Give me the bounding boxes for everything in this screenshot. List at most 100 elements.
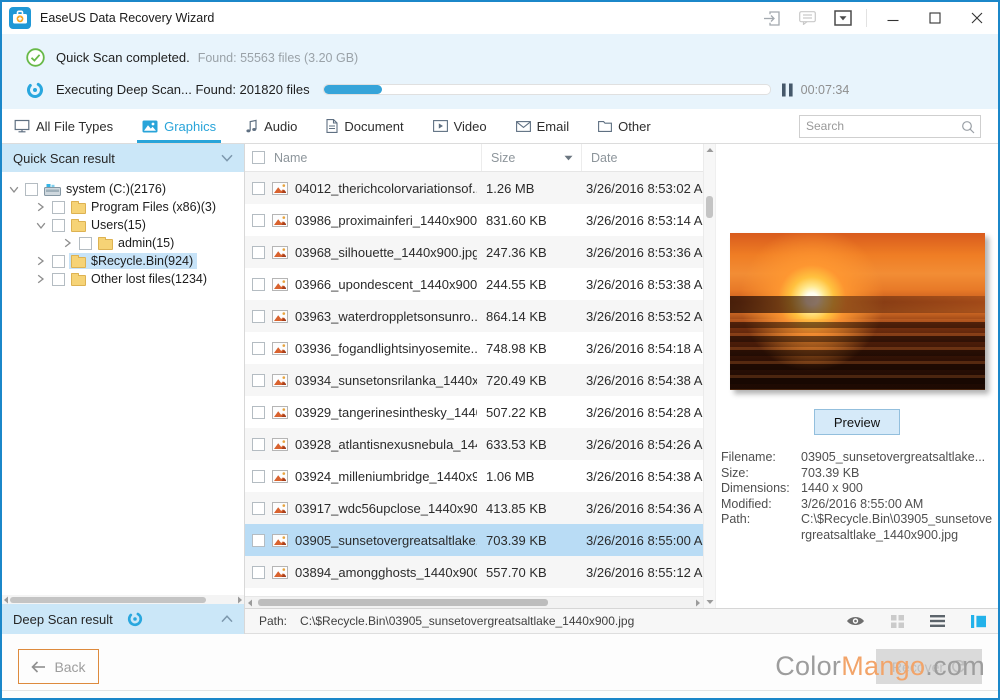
file-row[interactable]: 03928_atlantisnexusnebula_144...633.53 K…: [245, 428, 703, 460]
chevron-down-icon[interactable]: [221, 154, 233, 162]
checkbox[interactable]: [252, 182, 265, 195]
scrollbar-thumb[interactable]: [258, 599, 548, 606]
search-input[interactable]: [799, 115, 981, 138]
checkbox[interactable]: [25, 183, 38, 196]
file-row[interactable]: 03905_sunsetovergreatsaltlake...703.39 K…: [245, 524, 703, 556]
thumbnail-view-icon[interactable]: [891, 615, 904, 628]
file-row[interactable]: 03936_fogandlightsinyosemite...748.98 KB…: [245, 332, 703, 364]
column-date[interactable]: Date: [582, 144, 703, 171]
tab-email[interactable]: Email: [514, 109, 572, 143]
chevron-down-icon[interactable]: [34, 221, 47, 230]
chevron-down-icon[interactable]: [7, 185, 20, 194]
file-row[interactable]: 03934_sunsetonsrilanka_1440x...720.49 KB…: [245, 364, 703, 396]
tree-item[interactable]: Other lost files(1234): [2, 270, 244, 288]
checkbox[interactable]: [252, 278, 265, 291]
close-button[interactable]: [956, 2, 998, 34]
tab-all-file-types[interactable]: All File Types: [12, 109, 115, 143]
tab-graphics[interactable]: Graphics: [140, 109, 218, 143]
checkbox[interactable]: [52, 219, 65, 232]
image-file-icon: [272, 470, 288, 483]
file-name: 03917_wdc56upclose_1440x90...: [295, 501, 477, 516]
tree-item[interactable]: admin(15): [2, 234, 244, 252]
tree-item[interactable]: system (C:)(2176): [2, 180, 244, 198]
quick-scan-result-header[interactable]: Quick Scan result: [2, 144, 244, 172]
checkbox[interactable]: [52, 273, 65, 286]
list-view-icon[interactable]: [930, 615, 945, 627]
checkbox[interactable]: [52, 255, 65, 268]
scroll-down-icon[interactable]: [706, 599, 714, 605]
path-label: Path:: [259, 614, 287, 628]
scrollbar-thumb[interactable]: [10, 597, 206, 603]
checkbox[interactable]: [52, 201, 65, 214]
image-file-icon: [272, 342, 288, 355]
checkbox[interactable]: [252, 502, 265, 515]
checkbox[interactable]: [252, 342, 265, 355]
checkbox[interactable]: [252, 310, 265, 323]
chevron-up-icon[interactable]: [221, 615, 233, 623]
maximize-button[interactable]: [914, 2, 956, 34]
file-row[interactable]: 03894_amongghosts_1440x900...557.70 KB3/…: [245, 556, 703, 588]
tree-item[interactable]: Program Files (x86)(3): [2, 198, 244, 216]
chevron-right-icon[interactable]: [61, 238, 74, 248]
checkbox[interactable]: [252, 374, 265, 387]
preview-eye-icon[interactable]: [846, 615, 865, 627]
column-name[interactable]: Name: [245, 144, 482, 171]
chevron-right-icon[interactable]: [34, 202, 47, 212]
back-button[interactable]: Back: [18, 649, 99, 684]
file-row[interactable]: 03924_milleniumbridge_1440x9...1.06 MB3/…: [245, 460, 703, 492]
chevron-right-icon[interactable]: [34, 256, 47, 266]
file-size: 864.14 KB: [477, 309, 577, 324]
tree-item[interactable]: Users(15): [2, 216, 244, 234]
minimize-button[interactable]: [872, 2, 914, 34]
file-row[interactable]: 03963_waterdroppletsonsunro...864.14 KB3…: [245, 300, 703, 332]
checkbox[interactable]: [252, 406, 265, 419]
file-size: 720.49 KB: [477, 373, 577, 388]
file-row[interactable]: 03968_silhouette_1440x900.jpg247.36 KB3/…: [245, 236, 703, 268]
checkbox[interactable]: [252, 534, 265, 547]
checkbox[interactable]: [79, 237, 92, 250]
file-row[interactable]: 03887_celestialfireworks_1440x...1.49 MB…: [245, 588, 703, 596]
chevron-right-icon[interactable]: [34, 274, 47, 284]
file-row[interactable]: 03917_wdc56upclose_1440x90...413.85 KB3/…: [245, 492, 703, 524]
search-icon[interactable]: [961, 120, 975, 134]
column-size[interactable]: Size: [482, 144, 582, 171]
checkbox[interactable]: [252, 438, 265, 451]
list-vertical-scrollbar[interactable]: [703, 144, 715, 608]
scroll-left-icon[interactable]: [247, 599, 253, 607]
tab-other[interactable]: Other: [596, 109, 653, 143]
file-size: 703.39 KB: [477, 533, 577, 548]
right-area: Name Size Date 04012_therichcolorvariat: [245, 144, 998, 634]
scroll-left-icon[interactable]: [3, 596, 9, 604]
preview-button[interactable]: Preview: [814, 409, 900, 435]
file-row[interactable]: 03929_tangerinesinthesky_1440...507.22 K…: [245, 396, 703, 428]
scroll-up-icon[interactable]: [706, 147, 714, 153]
preview-thumbnail[interactable]: [730, 233, 985, 390]
tree-horizontal-scrollbar[interactable]: [2, 595, 244, 604]
detail-pane-view-icon[interactable]: [971, 615, 986, 628]
tab-audio[interactable]: Audio: [243, 109, 299, 143]
folder-icon: [598, 120, 612, 132]
pause-button[interactable]: [781, 83, 794, 97]
scan-result-tree: system (C:)(2176)Program Files (x86)(3)U…: [2, 172, 244, 595]
checkbox[interactable]: [252, 566, 265, 579]
file-row[interactable]: 03986_proximainferi_1440x900....831.60 K…: [245, 204, 703, 236]
file-name: 03924_milleniumbridge_1440x9...: [295, 469, 477, 484]
tab-document[interactable]: Document: [324, 109, 405, 143]
sort-dropdown-icon[interactable]: [564, 155, 573, 161]
menu-dropdown-icon[interactable]: [825, 2, 861, 34]
scrollbar-thumb[interactable]: [706, 196, 713, 218]
login-icon[interactable]: [753, 2, 789, 34]
list-horizontal-scrollbar[interactable]: [245, 596, 703, 608]
deep-scan-result-header[interactable]: Deep Scan result: [2, 604, 244, 634]
tab-video[interactable]: Video: [431, 109, 489, 143]
select-all-checkbox[interactable]: [252, 151, 265, 164]
checkbox[interactable]: [252, 214, 265, 227]
checkbox[interactable]: [252, 470, 265, 483]
feedback-icon[interactable]: [789, 2, 825, 34]
tree-item[interactable]: $Recycle.Bin(924): [2, 252, 244, 270]
file-row[interactable]: 03966_upondescent_1440x900....244.55 KB3…: [245, 268, 703, 300]
file-row[interactable]: 04012_therichcolorvariationsof...1.26 MB…: [245, 172, 703, 204]
scroll-right-icon[interactable]: [695, 599, 701, 607]
checkbox[interactable]: [252, 246, 265, 259]
scroll-right-icon[interactable]: [237, 596, 243, 604]
